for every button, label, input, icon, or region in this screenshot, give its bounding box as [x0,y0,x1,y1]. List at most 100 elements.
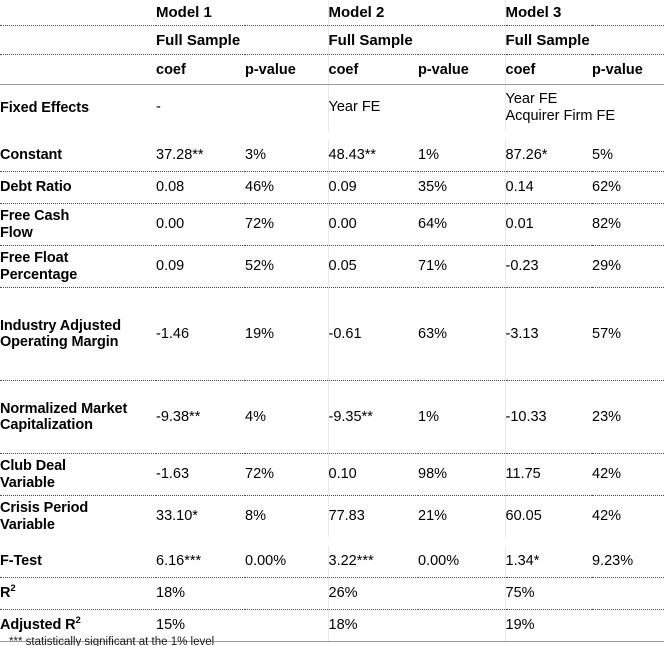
table-row: Free Float Percentage 0.09 52% 0.05 71% … [0,245,664,288]
table-row: F-Test 6.16*** 0.00% 3.22*** 0.00% 1.34*… [0,546,664,578]
header-row-models: Model 1 Model 2 Model 3 [0,0,664,26]
row-label-free-float-line2: Percentage [0,266,78,283]
row-label-adjusted-r-squared-base: Adjusted R [0,617,76,634]
cell-market-cap-pvalue-1: 4% [245,380,328,454]
cell-industry-margin-coef-1: -1.46 [156,287,245,381]
header-pvalue-2: p-value [418,54,505,85]
cell-club-deal-coef-3: 11.75 [504,453,592,496]
row-label-r-squared-base: R [0,585,11,602]
cell-f-test-coef-2: 3.22*** [327,546,418,578]
row-label-free-float-percentage: Free Float Percentage [0,245,156,288]
header-sample-model-2: Full Sample [327,25,505,55]
table-row: R2 18% 26% 75% [0,577,664,610]
cell-r-squared-model-3: 75% [504,577,592,610]
cell-free-float-coef-1: 0.09 [156,245,245,288]
row-label-club-deal-line1: Club Deal [0,458,66,475]
cell-free-float-pvalue-3: 29% [592,245,664,288]
cell-market-cap-pvalue-2: 1% [418,380,505,454]
header-pvalue-3: p-value [592,54,664,85]
cell-r-squared-blank-1 [245,577,328,610]
header-row-subheaders: coef p-value coef p-value coef p-value [0,54,664,85]
cell-free-cash-flow-coef-3: 0.01 [504,203,592,246]
cell-adjusted-r-squared-blank-1 [245,609,328,642]
row-label-constant: Constant [0,140,156,172]
cell-free-float-pvalue-2: 71% [418,245,505,288]
row-label-adjusted-r-squared-exponent: 2 [75,615,81,627]
header-coef-2: coef [327,54,418,85]
cell-industry-margin-pvalue-2: 63% [418,287,505,381]
cell-free-float-coef-3: -0.23 [504,245,592,288]
header-sub-blank [0,54,156,85]
cell-r-squared-model-1: 18% [156,577,245,610]
cell-club-deal-pvalue-3: 42% [592,453,664,496]
cell-free-float-pvalue-1: 52% [245,245,328,288]
cell-debt-ratio-coef-1: 0.08 [156,171,245,204]
cell-club-deal-coef-2: 0.10 [327,453,418,496]
row-label-debt-ratio: Debt Ratio [0,171,156,204]
cell-f-test-coef-3: 1.34* [504,546,592,578]
cell-industry-margin-pvalue-3: 57% [592,287,664,381]
table-row: Normalized Market Capitalization -9.38**… [0,380,664,454]
cell-debt-ratio-coef-2: 0.09 [327,171,418,204]
row-label-normalized-market-capitalization: Normalized Market Capitalization [0,380,156,454]
regression-results-table: Model 1 Model 2 Model 3 Full Sample Full… [0,0,664,642]
row-label-f-test: F-Test [0,546,156,578]
row-label-free-float-line1: Free Float [0,250,69,267]
cell-debt-ratio-pvalue-2: 35% [418,171,505,204]
row-label-free-cash-flow-line1: Free Cash [0,208,70,225]
cell-club-deal-pvalue-2: 98% [418,453,505,496]
fixed-effects-model-3-line1: Year FE [505,90,558,107]
cell-debt-ratio-pvalue-3: 62% [592,171,664,204]
section-divider-bottom [0,537,664,546]
cell-market-cap-pvalue-3: 23% [592,380,664,454]
row-label-free-cash-flow-line2: Flow [0,224,33,241]
cell-market-cap-coef-1: -9.38** [156,380,245,454]
table-row: Crisis Period Variable 33.10* 8% 77.83 2… [0,495,664,537]
cell-crisis-period-coef-1: 33.10* [156,495,245,537]
table-footnote: *** statistically significant at the 1% … [9,636,215,646]
header-sample-model-1: Full Sample [156,25,328,55]
row-label-crisis-period-line2: Variable [0,516,55,533]
section-divider-top-rule [0,131,664,140]
cell-market-cap-coef-2: -9.35** [327,380,418,454]
cell-free-cash-flow-coef-2: 0.00 [327,203,418,246]
cell-f-test-pvalue-2: 0.00% [418,546,505,578]
cell-crisis-period-pvalue-2: 21% [418,495,505,537]
table-row: Debt Ratio 0.08 46% 0.09 35% 0.14 62% [0,171,664,204]
fixed-effects-model-3: Year FE Acquirer Firm FE [504,84,664,131]
row-label-fixed-effects: Fixed Effects [0,84,156,131]
cell-debt-ratio-pvalue-1: 46% [245,171,328,204]
cell-crisis-period-coef-2: 77.83 [327,495,418,537]
cell-free-cash-flow-pvalue-1: 72% [245,203,328,246]
cell-club-deal-coef-1: -1.63 [156,453,245,496]
cell-adjusted-r-squared-model-3: 19% [504,609,592,642]
fixed-effects-model-1: - [156,84,328,131]
cell-free-cash-flow-pvalue-3: 82% [592,203,664,246]
section-divider-bottom-rule [0,537,664,546]
header-coef-3: coef [504,54,592,85]
cell-constant-coef-3: 87.26* [504,140,592,172]
cell-free-cash-flow-coef-1: 0.00 [156,203,245,246]
cell-r-squared-model-2: 26% [327,577,418,610]
row-fixed-effects: Fixed Effects - Year FE Year FE Acquirer… [0,84,664,131]
table-row: Constant 37.28** 3% 48.43** 1% 87.26* 5% [0,140,664,172]
cell-industry-margin-coef-2: -0.61 [327,287,418,381]
cell-crisis-period-pvalue-3: 42% [592,495,664,537]
regression-table-sheet: Model 1 Model 2 Model 3 Full Sample Full… [0,0,664,646]
cell-industry-margin-coef-3: -3.13 [504,287,592,381]
cell-free-cash-flow-pvalue-2: 64% [418,203,505,246]
cell-debt-ratio-coef-3: 0.14 [504,171,592,204]
cell-r-squared-blank-3 [592,577,664,610]
row-label-crisis-period-variable: Crisis Period Variable [0,495,156,537]
row-label-industry-adjusted-operating-margin: Industry Adjusted Operating Margin [0,287,156,381]
cell-crisis-period-pvalue-1: 8% [245,495,328,537]
header-pvalue-1: p-value [245,54,328,85]
cell-constant-coef-2: 48.43** [327,140,418,172]
table-row: Club Deal Variable -1.63 72% 0.10 98% 11… [0,453,664,496]
fixed-effects-model-2: Year FE [327,84,505,131]
header-model-3: Model 3 [504,0,664,26]
row-label-r-squared-exponent: 2 [10,583,16,595]
header-row-samples: Full Sample Full Sample Full Sample [0,25,664,55]
row-label-r-squared: R2 [0,577,156,610]
header-sample-blank [0,25,156,55]
